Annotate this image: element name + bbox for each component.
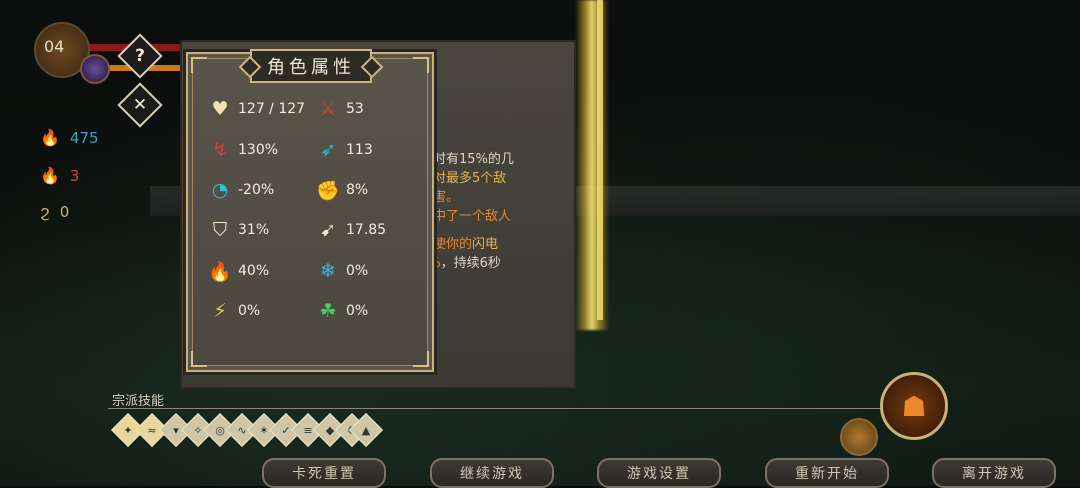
stat-lightning: ⚡ 0% — [208, 299, 260, 323]
attack-speed-icon: ➶ — [320, 139, 336, 161]
game-settings-button[interactable]: 游戏设置 — [597, 458, 721, 488]
lightning-core — [597, 0, 603, 320]
crit-rate-icon: ✊ — [316, 179, 340, 202]
fire-icon: 🔥 — [208, 260, 232, 283]
stat-defense: ⛉ 31% — [208, 218, 269, 242]
resource-blue: 🔥 475 — [40, 128, 99, 147]
stat-crit-damage: ↯ 130% — [208, 138, 278, 162]
stat-frost: ❄ 0% — [316, 259, 368, 283]
stat-move-speed: ➹ 17.85 — [316, 218, 386, 242]
cooldown-icon: ◔ — [211, 179, 229, 201]
stat-poison: ☘ 0% — [316, 299, 368, 323]
corner-ornament — [191, 57, 207, 73]
panel-title-box: 角色属性 — [250, 49, 372, 83]
frost-icon: ❄ — [320, 260, 336, 282]
sect-skills-label: 宗派技能 — [112, 394, 165, 409]
shield-icon: ⛉ — [212, 219, 228, 241]
red-flame-icon: 🔥 — [40, 166, 60, 185]
continue-game-button[interactable]: 继续游戏 — [430, 458, 554, 488]
stat-attack: ⚔ 53 — [316, 97, 363, 121]
leave-game-button[interactable]: 离开游戏 — [932, 458, 1056, 488]
sect-skills-divider — [108, 408, 928, 409]
heart-icon: ♥ — [211, 98, 229, 120]
relic-small-icon[interactable] — [840, 418, 878, 456]
stat-fire: 🔥 40% — [208, 260, 270, 283]
skill-orb-icon — [80, 54, 110, 84]
lightning-beam — [575, 0, 609, 330]
gold-swirl-icon: ϩ — [40, 202, 50, 221]
blue-flame-icon: 🔥 — [40, 128, 60, 147]
relic-mask-button[interactable]: ☗ — [880, 372, 948, 440]
corner-ornament — [413, 57, 429, 73]
poison-icon: ☘ — [319, 300, 337, 322]
corner-ornament — [191, 351, 207, 367]
unstuck-reset-button[interactable]: 卡死重置 — [262, 458, 386, 488]
resource-red: 🔥 3 — [40, 166, 80, 185]
resource-gold: ϩ 0 — [40, 202, 70, 221]
item-description-text: 后时有15%的几 连对最多5个敌 伤害。 命中了一个敌人 ：使你的闪电 5%，持… — [420, 152, 514, 271]
player-level: 04 — [44, 37, 65, 56]
crit-damage-icon: ↯ — [212, 139, 228, 161]
stat-health: ♥ 127 / 127 — [208, 97, 305, 121]
panel-title: 角色属性 — [267, 57, 355, 78]
corner-ornament — [413, 351, 429, 367]
mask-icon: ☗ — [901, 389, 927, 423]
stat-crit-rate: ✊ 8% — [316, 179, 369, 202]
restart-button[interactable]: 重新开始 — [765, 458, 889, 488]
stat-attack-speed: ➶ 113 — [316, 138, 373, 162]
stat-cooldown: ◔ -20% — [208, 178, 274, 202]
lightning-icon: ⚡ — [213, 300, 227, 322]
attack-icon: ⚔ — [319, 98, 337, 120]
move-speed-icon: ➹ — [320, 219, 336, 241]
